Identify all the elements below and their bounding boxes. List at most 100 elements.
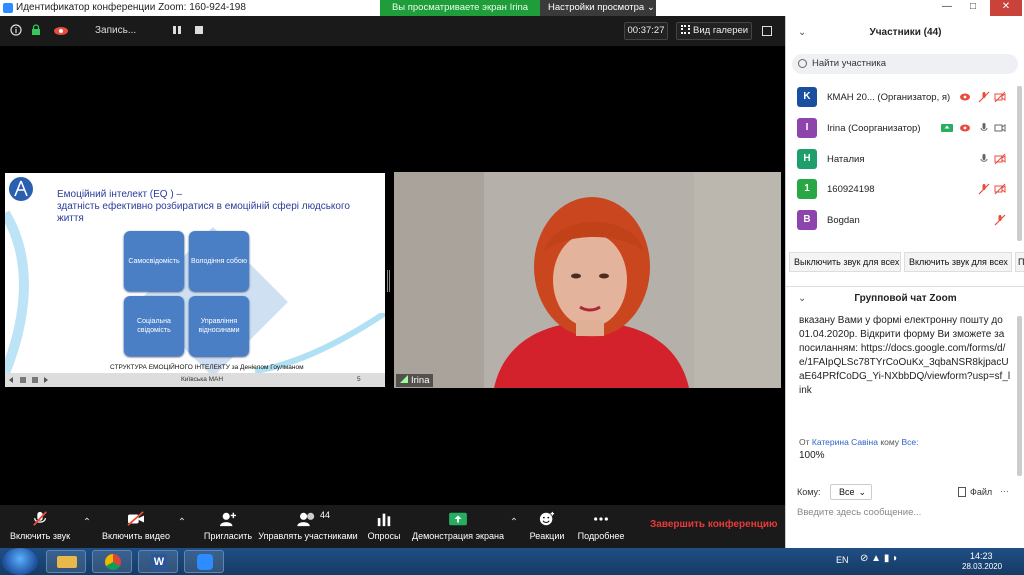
gallery-view-label: Вид галереи [693, 25, 749, 36]
unmute-all-button[interactable]: Включить звук для всех [904, 252, 1012, 272]
participant-name: 160924198 [827, 184, 875, 195]
participant-row[interactable]: I Irina (Соорганизатор) [786, 112, 1024, 142]
smiley-icon [539, 511, 555, 526]
clock-date[interactable]: 28.03.2020 [962, 562, 1002, 571]
recording-cloud-icon [54, 27, 68, 35]
share-screen-button[interactable]: Демонстрация экрана [410, 505, 506, 548]
explorer-taskbar-icon[interactable] [46, 550, 86, 573]
participants-scrollbar[interactable] [1017, 86, 1022, 241]
slide-title-line-1: Емоційний інтелект (EQ ) – [57, 189, 183, 200]
polls-button[interactable]: Опросы [360, 505, 408, 548]
video-off-icon[interactable] [994, 183, 1006, 195]
chat-input[interactable]: Введите здесь сообщение... [797, 507, 921, 518]
participant-name: Наталия [827, 154, 865, 165]
unmute-button[interactable]: Включить звук [0, 505, 80, 548]
minimize-button[interactable]: — [936, 0, 958, 16]
share-screen-label: Демонстрация экрана [412, 531, 504, 541]
more-button[interactable]: Подробнее [574, 505, 628, 548]
mic-muted-icon[interactable] [978, 91, 990, 103]
participants-title: Участники (44) [869, 27, 942, 38]
start-button[interactable] [2, 548, 38, 575]
chat-sender-line: От Катерина Савіна кому Все: [799, 437, 918, 447]
participants-header: ⌄ Участники (44) [786, 16, 1024, 49]
gallery-view-button[interactable]: Вид галереи [676, 22, 752, 40]
split-drag-handle[interactable] [387, 270, 390, 292]
clock-time[interactable]: 14:23 [970, 551, 993, 561]
participant-name: Bogdan [827, 215, 860, 226]
avatar: Н [797, 149, 817, 169]
manage-participants-label: Управлять участниками [258, 531, 358, 541]
chat-from-prefix: От [799, 437, 810, 447]
view-banner: Вы просматриваете экран Irina [380, 0, 540, 16]
video-off-icon [127, 511, 144, 526]
more-options-button[interactable]: П [1015, 252, 1024, 272]
mic-muted-icon[interactable] [978, 183, 990, 195]
pause-recording-icon[interactable] [172, 24, 182, 36]
lock-icon[interactable] [30, 24, 42, 36]
reactions-button[interactable]: Реакции [523, 505, 571, 548]
chat-recipient-select[interactable]: Все ⌄ [830, 484, 872, 500]
start-video-button[interactable]: Включить видео [96, 505, 176, 548]
slide-org: Київська МАН [181, 376, 224, 383]
video-options-chevron-icon[interactable]: ⌃ [175, 517, 189, 528]
maximize-button[interactable]: □ [962, 0, 984, 16]
slide-nav-icons[interactable] [8, 376, 56, 384]
chat-title: Групповой чат Zoom [854, 293, 957, 304]
slide-box-self-management: Володіння собою [189, 231, 249, 291]
stop-recording-icon[interactable] [194, 24, 204, 36]
file-icon [958, 487, 966, 497]
video-icon[interactable] [994, 122, 1006, 134]
chrome-taskbar-icon[interactable] [92, 550, 132, 573]
video-off-icon[interactable] [994, 91, 1006, 103]
window-title: Идентификатор конференции Zoom: 160-924-… [16, 2, 246, 13]
tray-icons[interactable]: ⊘ ▲ ▮ ◗ [860, 553, 898, 564]
slide-number: 5 [357, 376, 361, 383]
participant-row[interactable]: K КМАН 20... (Организатор, я) [786, 81, 1024, 111]
close-button[interactable]: ✕ [990, 0, 1022, 16]
fullscreen-icon[interactable] [762, 26, 772, 36]
slide-title: Емоційний інтелект (EQ ) – здатність ефе… [57, 189, 367, 225]
collapse-chat-chevron-icon[interactable]: ⌄ [798, 287, 806, 311]
chat-to-label: Кому: [797, 487, 821, 497]
start-video-label: Включить видео [102, 531, 170, 541]
end-meeting-button[interactable]: Завершить конференцию [650, 519, 778, 530]
mic-icon[interactable] [978, 153, 990, 165]
mute-all-button[interactable]: Выключить звук для всех [789, 252, 901, 272]
file-button[interactable]: Файл [958, 487, 992, 497]
participant-row[interactable]: B Bogdan [786, 204, 1024, 234]
mic-icon[interactable] [978, 122, 990, 134]
chat-sender[interactable]: Катерина Савіна [812, 437, 878, 447]
language-indicator[interactable]: EN [836, 555, 849, 565]
collapse-chevron-icon[interactable]: ⌄ [798, 16, 806, 49]
speaker-video: Irina [394, 172, 781, 388]
info-icon[interactable] [10, 24, 22, 36]
view-options-button[interactable]: Настройки просмотра ⌄ [540, 0, 656, 16]
zoom-logo-icon [3, 3, 13, 13]
slide-title-line-2: здатність ефективно розбиратися в емоцій… [57, 201, 350, 212]
mic-muted-icon[interactable] [994, 214, 1006, 226]
participant-search-placeholder: Найти участника [812, 58, 887, 69]
invite-label: Пригласить [203, 531, 253, 541]
word-taskbar-icon[interactable]: W [138, 550, 178, 573]
video-off-icon[interactable] [994, 153, 1006, 165]
chat-recipient[interactable]: Все: [901, 437, 918, 447]
participant-row[interactable]: Н Наталия [786, 143, 1024, 173]
grid-icon [681, 25, 690, 34]
manage-participants-button[interactable]: Управлять участниками [256, 505, 360, 548]
speaker-name: Irina [411, 375, 430, 386]
participant-search-input[interactable]: Найти участника [792, 54, 1018, 74]
chat-message: вказану Вами у формі електронну пошту до… [799, 315, 1011, 396]
invite-button[interactable]: Пригласить [196, 505, 260, 548]
file-options-icon[interactable]: ··· [1000, 486, 1009, 496]
more-label: Подробнее [577, 531, 625, 541]
zoom-taskbar-icon[interactable] [184, 550, 224, 573]
share-options-chevron-icon[interactable]: ⌃ [507, 517, 521, 528]
audio-options-chevron-icon[interactable]: ⌃ [80, 517, 94, 528]
chevron-down-icon: ⌄ [858, 487, 866, 497]
reactions-label: Реакции [529, 531, 565, 541]
chat-scrollbar[interactable] [1017, 316, 1022, 476]
participant-row[interactable]: 1 160924198 [786, 173, 1024, 203]
chat-to-word: кому [880, 437, 900, 447]
recording-icon [960, 93, 970, 101]
slide-title-line-3: життя [57, 213, 84, 224]
